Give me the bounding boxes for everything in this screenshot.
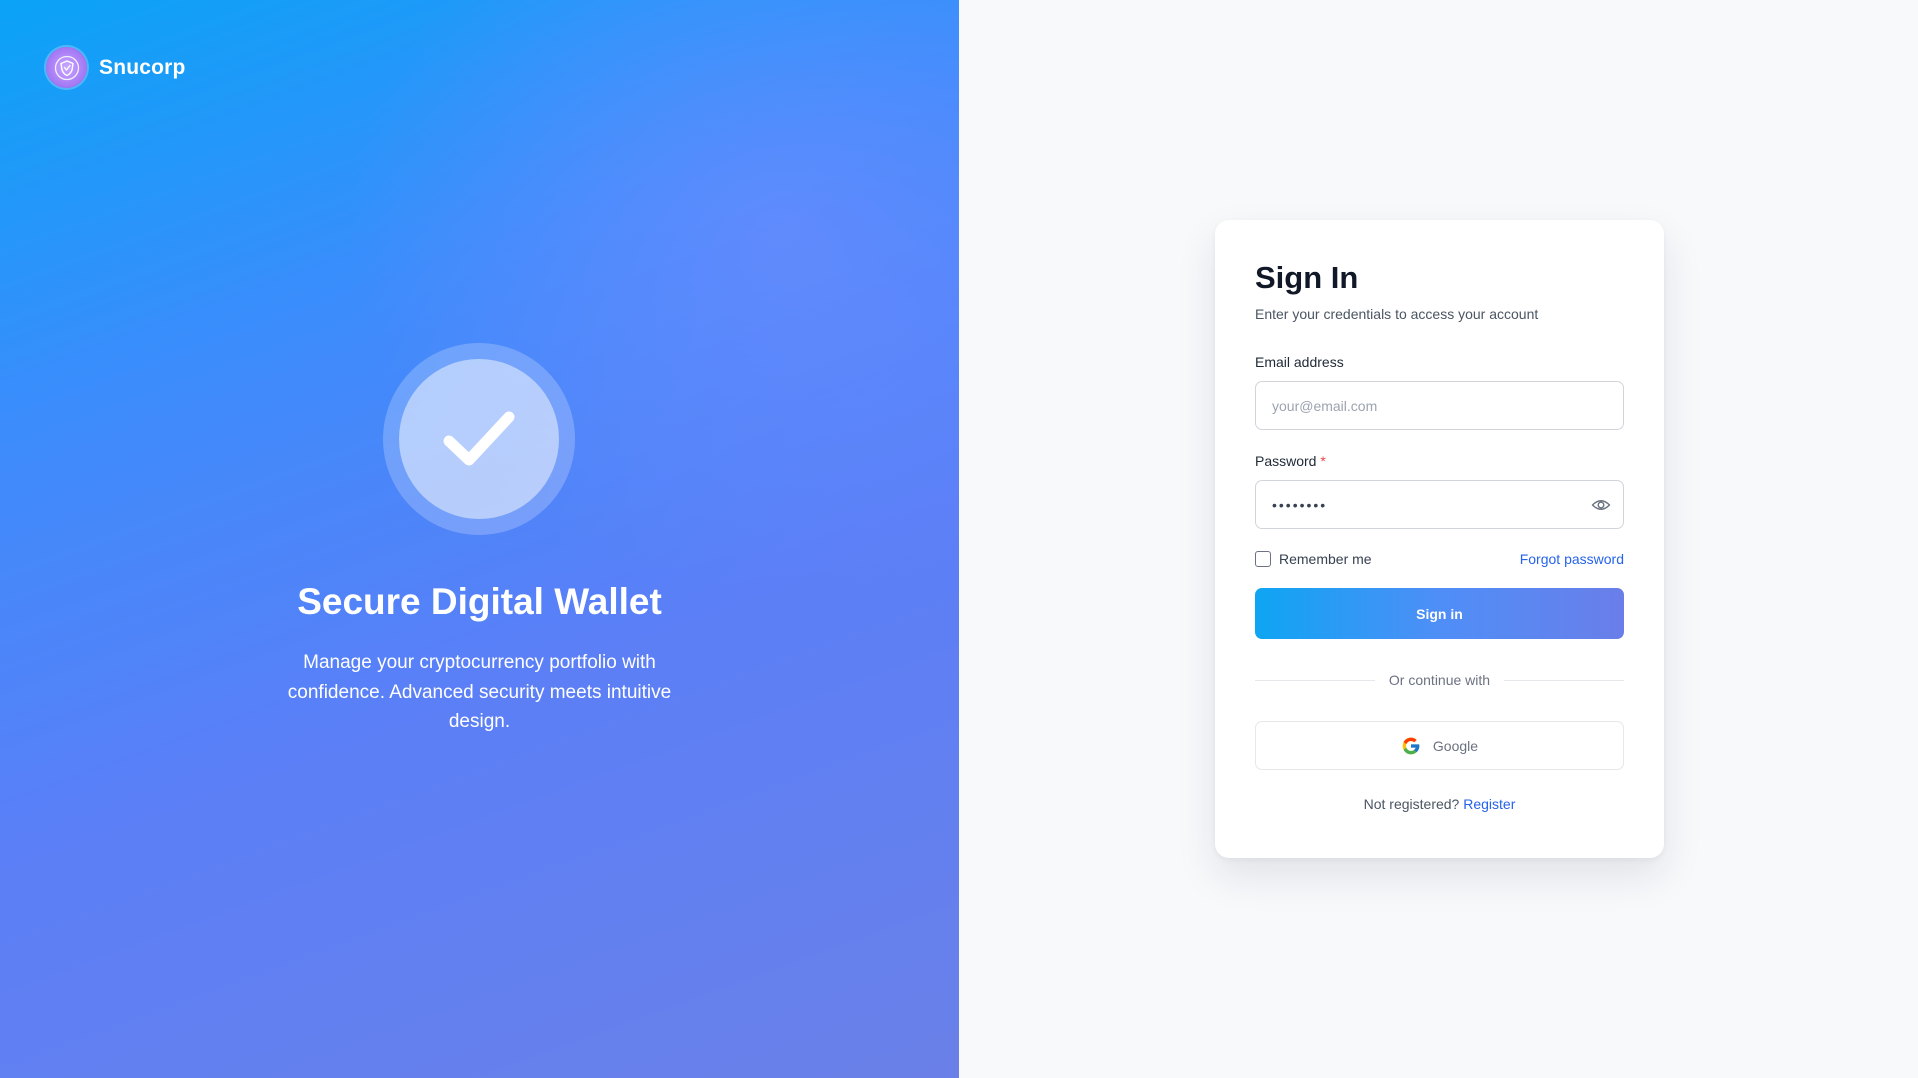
signin-title: Sign In xyxy=(1255,260,1359,295)
submit-wrap: Sign in xyxy=(1255,588,1624,639)
remember-row: Remember me Forgot password xyxy=(1255,551,1624,567)
login-page: Snucorp Secure Digital Wallet Manage you… xyxy=(0,0,1918,1078)
brand-name: Snucorp xyxy=(99,55,186,79)
google-label: Google xyxy=(1432,737,1479,754)
shield-logo-icon xyxy=(46,47,87,88)
forgot-password-link[interactable]: Forgot password xyxy=(1520,551,1624,567)
sign-in-button[interactable]: Sign in xyxy=(1255,588,1624,639)
remember-label: Remember me xyxy=(1279,551,1372,567)
form-panel: Sign In Enter your credentials to access… xyxy=(959,0,1918,1078)
email-field-box xyxy=(1255,381,1624,430)
google-icon xyxy=(1402,737,1420,754)
password-label-text: Password xyxy=(1255,453,1317,469)
register-link[interactable]: Register xyxy=(1463,796,1515,812)
social-wrap: Google xyxy=(1255,721,1624,770)
email-label: Email address xyxy=(1255,354,1344,370)
checkmark-badge-inner xyxy=(399,359,559,519)
checkmark-badge xyxy=(383,343,575,535)
eye-icon[interactable] xyxy=(1591,496,1611,514)
register-prompt: Not registered? Register xyxy=(1255,796,1624,812)
signin-card-content: Sign In Enter your credentials to access… xyxy=(1255,260,1625,812)
remember-checkbox[interactable] xyxy=(1255,551,1271,567)
divider: Or continue with xyxy=(1255,672,1625,688)
required-mark: * xyxy=(1320,453,1326,469)
divider-label: Or continue with xyxy=(1388,672,1491,688)
divider-line-left xyxy=(1255,679,1375,681)
remember-me[interactable]: Remember me xyxy=(1255,551,1372,567)
email-field[interactable] xyxy=(1256,382,1623,429)
password-label: Password * xyxy=(1255,453,1326,469)
hero-title: Secure Digital Wallet xyxy=(297,581,662,622)
signin-subtitle: Enter your credentials to access your ac… xyxy=(1255,306,1539,322)
google-sign-in-button[interactable]: Google xyxy=(1255,721,1624,770)
password-group: Password * xyxy=(1255,452,1624,529)
password-field[interactable] xyxy=(1256,481,1623,528)
signin-card: Sign In Enter your credentials to access… xyxy=(1215,220,1664,858)
email-group: Email address xyxy=(1255,353,1624,430)
brand[interactable]: Snucorp xyxy=(46,47,186,88)
password-field-box xyxy=(1255,480,1624,529)
divider-line-right xyxy=(1504,679,1625,681)
not-registered-text: Not registered? xyxy=(1363,796,1460,812)
hero-panel: Snucorp Secure Digital Wallet Manage you… xyxy=(0,0,959,1078)
hero-subtitle: Manage your cryptocurrency portfolio wit… xyxy=(287,652,672,732)
checkmark-icon xyxy=(443,411,515,466)
